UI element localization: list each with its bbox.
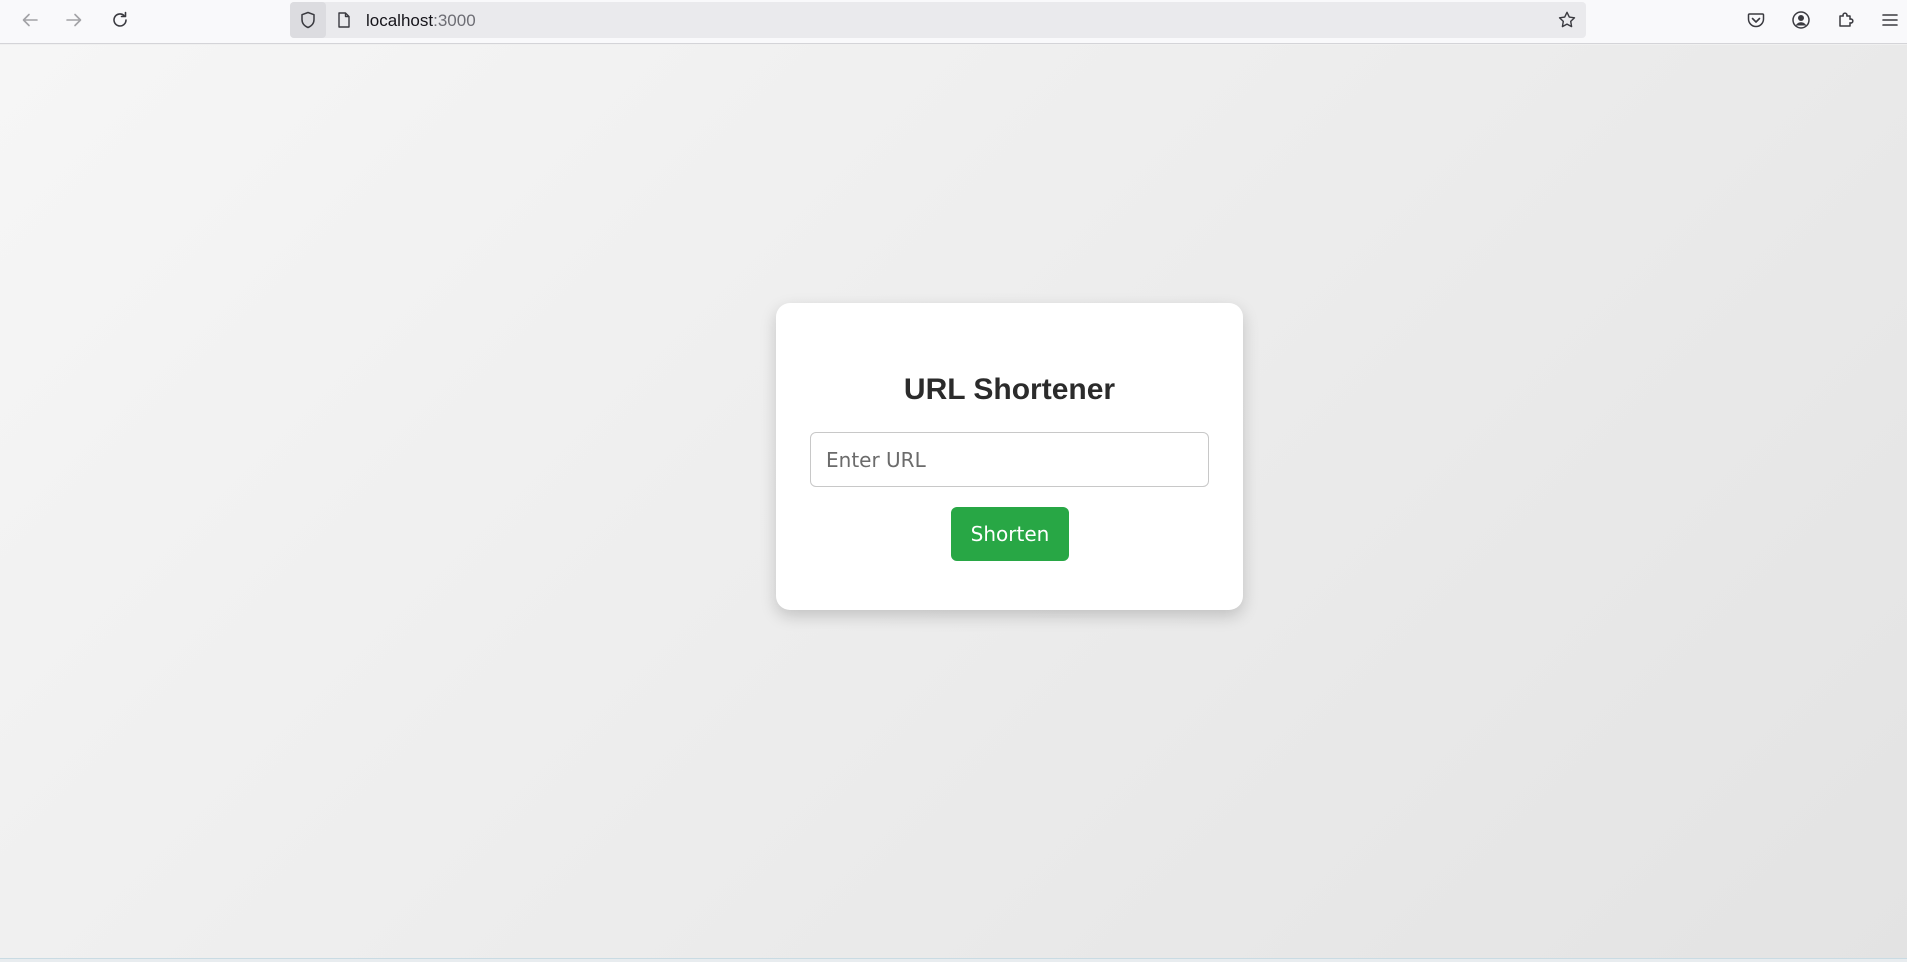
back-button[interactable]	[13, 5, 47, 35]
page-icon	[338, 12, 350, 28]
extensions-button[interactable]	[1829, 5, 1863, 35]
status-bar-edge	[0, 958, 1907, 962]
url-port: :3000	[433, 11, 476, 30]
shorten-button[interactable]: Shorten	[951, 507, 1069, 561]
puzzle-icon	[1839, 12, 1854, 27]
url-text[interactable]: localhost:3000	[366, 11, 476, 31]
url-host: localhost	[366, 11, 434, 30]
pocket-button[interactable]	[1739, 5, 1773, 35]
browser-toolbar: localhost:3000	[0, 0, 1907, 44]
url-shortener-card: URL Shortener Shorten	[776, 303, 1243, 610]
shield-icon	[301, 11, 315, 29]
star-icon	[1558, 11, 1576, 28]
bookmark-button[interactable]	[1556, 9, 1578, 31]
forward-button[interactable]	[57, 5, 91, 35]
page-info-button[interactable]	[334, 10, 354, 30]
account-button[interactable]	[1784, 5, 1818, 35]
url-input[interactable]	[810, 432, 1209, 487]
app-menu-button[interactable]	[1873, 5, 1907, 35]
reload-icon	[113, 11, 127, 27]
account-icon	[1792, 11, 1810, 29]
page-title: URL Shortener	[903, 373, 1116, 406]
arrow-right-icon	[66, 13, 82, 27]
pocket-icon	[1747, 13, 1765, 28]
tracking-protection-button[interactable]	[290, 2, 326, 38]
arrow-left-icon	[22, 13, 38, 27]
reload-button[interactable]	[103, 5, 137, 35]
hamburger-menu-icon	[1882, 14, 1898, 26]
address-bar[interactable]: localhost:3000	[290, 2, 1586, 38]
